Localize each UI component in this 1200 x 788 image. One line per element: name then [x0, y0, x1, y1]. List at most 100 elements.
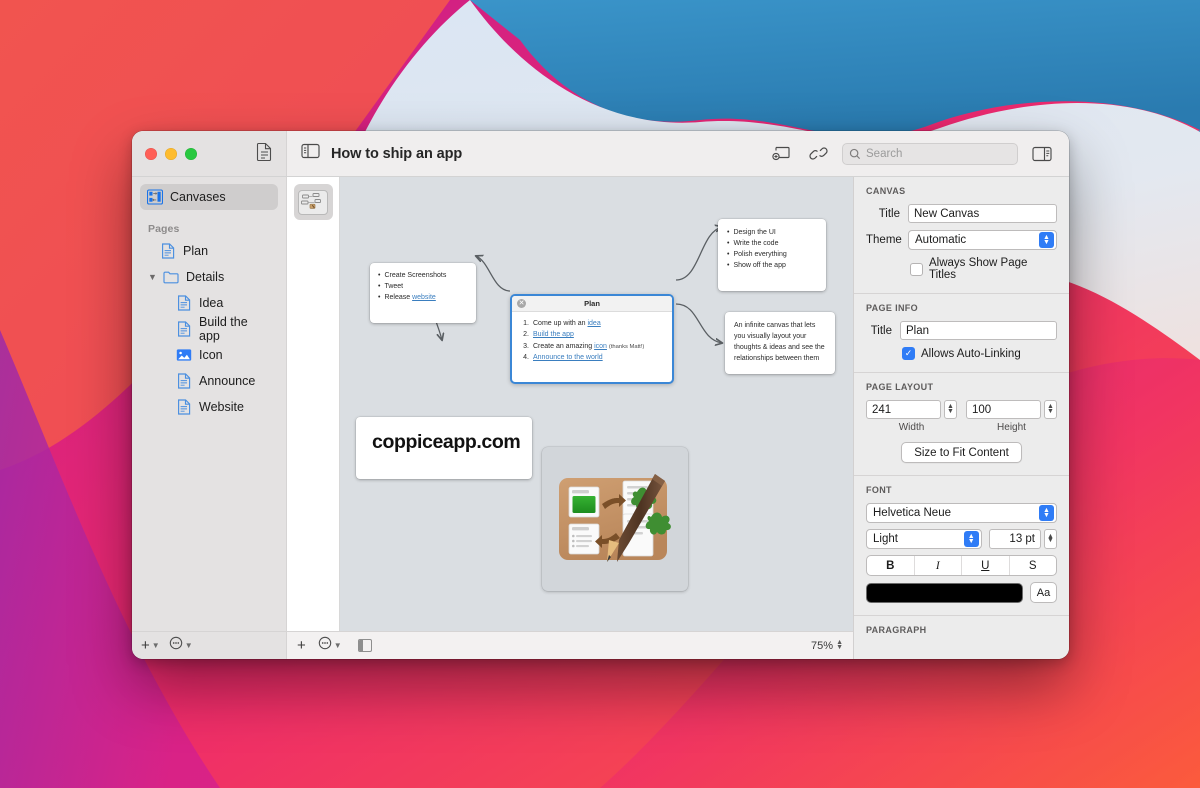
node-text: coppiceapp.com	[372, 431, 521, 453]
sidebar-item-canvases[interactable]: Canvases	[140, 184, 278, 210]
canvas-add-button[interactable]: +	[297, 638, 306, 653]
font-panel-button[interactable]: Aa	[1030, 582, 1057, 603]
allows-auto-linking-checkbox[interactable]: ✓	[902, 347, 915, 360]
new-page-icon[interactable]	[768, 142, 794, 166]
sidebar-toggle-icon[interactable]	[301, 143, 320, 164]
bold-button[interactable]: B	[867, 556, 915, 575]
canvases-icon	[147, 189, 163, 205]
link-icon[interactable]	[805, 142, 831, 166]
section-heading: PAGE LAYOUT	[866, 382, 934, 392]
window-body: Canvases Pages Plan ▼ Details Idea Build…	[132, 177, 1069, 659]
canvas-theme-select[interactable]: Automatic ▲ ▼	[908, 230, 1057, 250]
desktop-wallpaper: How to ship an app Search Canvases Pages…	[0, 0, 1200, 788]
sidebar-item-website[interactable]: Website	[140, 394, 278, 420]
strikethrough-button[interactable]: S	[1010, 556, 1057, 575]
sidebar-item-build-the-app[interactable]: Build the app	[140, 315, 278, 343]
close-node-icon[interactable]: ✕	[517, 299, 526, 308]
font-family-select[interactable]: Helvetica Neue ▲ ▼	[866, 503, 1057, 523]
sidebar-item-label: Plan	[183, 244, 209, 258]
height-stepper[interactable]: ▲ ▼	[1044, 400, 1057, 419]
sidebar-add-button[interactable]: + ▼	[141, 638, 160, 653]
link-website[interactable]: website	[412, 294, 436, 301]
chevron-down-icon: ▼	[333, 641, 342, 650]
zoom-stepper[interactable]: ▲ ▼	[836, 639, 843, 650]
chevron-down-icon[interactable]: ▼	[148, 272, 158, 282]
sidebar-item-label: Idea	[199, 296, 224, 310]
close-button[interactable]	[145, 147, 157, 160]
node-note: (thanks Matt!)	[608, 343, 645, 350]
font-color-swatch[interactable]	[866, 582, 1023, 603]
canvas-node-image[interactable]	[542, 447, 688, 591]
inspector-panel: CANVAS Title New Canvas Theme Automatic …	[853, 177, 1069, 659]
font-size-input[interactable]: 13 pt	[988, 529, 1041, 549]
link-build-the-app[interactable]: Build the app	[533, 331, 574, 338]
width-input[interactable]: 241	[866, 400, 941, 419]
page-layout-icon[interactable]	[357, 639, 372, 652]
sidebar-item-label: Announce	[199, 374, 256, 388]
width-stepper[interactable]: ▲ ▼	[944, 400, 957, 419]
zoom-level-value: 75%	[811, 639, 834, 652]
sidebar-item-icon[interactable]: Icon	[140, 342, 278, 368]
font-size-stepper[interactable]: ▲ ▼	[1044, 529, 1057, 549]
search-placeholder: Search	[866, 147, 903, 160]
document-page-icon[interactable]	[256, 142, 273, 166]
allows-auto-linking-row[interactable]: ✓ Allows Auto-Linking	[866, 347, 1057, 360]
canvas-node-plan[interactable]: ✕ Plan 1. Come up with an idea 2. Build th…	[510, 294, 674, 384]
coppice-app-icon	[559, 474, 671, 562]
canvas-node-website[interactable]: coppiceapp.com	[356, 417, 532, 479]
canvas-title-label: Title	[878, 207, 900, 220]
titlebar-main: How to ship an app Search	[287, 131, 1069, 176]
sidebar-item-label: Details	[186, 270, 225, 284]
page-title-input[interactable]: Plan	[900, 321, 1057, 340]
minimize-button[interactable]	[165, 147, 177, 160]
sidebar-item-plan[interactable]: Plan	[140, 238, 278, 264]
allows-auto-linking-label: Allows Auto-Linking	[921, 347, 1021, 360]
size-to-fit-content-button[interactable]: Size to Fit Content	[901, 442, 1022, 463]
zoom-button[interactable]	[185, 147, 197, 160]
canvas-column: • Create Screenshots • Tweet • Release webs…	[287, 177, 853, 659]
canvas-theme-label: Theme	[866, 234, 902, 246]
section-heading: FONT	[866, 485, 892, 495]
width-control: 241 ▲ ▼ Width	[866, 400, 957, 433]
canvas-node-release[interactable]: • Create Screenshots • Tweet • Release webs…	[370, 263, 476, 323]
infinite-canvas[interactable]: • Create Screenshots • Tweet • Release webs…	[340, 177, 853, 631]
inspector-section-page-layout: PAGE LAYOUT 241 ▲ ▼ Width 100 ▲ ▼ Height…	[854, 373, 1069, 476]
sidebar-item-announce[interactable]: Announce	[140, 368, 278, 394]
canvas-area: • Create Screenshots • Tweet • Release webs…	[287, 177, 853, 631]
always-show-page-titles-checkbox[interactable]	[910, 262, 923, 276]
canvas-thumbnail-preview	[298, 189, 328, 215]
sidebar-footer: + ▼ ▼	[132, 631, 286, 659]
canvas-title-input[interactable]: New Canvas	[908, 204, 1057, 223]
zoom-level-control[interactable]: 75% ▲ ▼	[811, 639, 843, 652]
sidebar-item-label: Icon	[199, 348, 223, 362]
font-style-segmented-control[interactable]: B I U S	[866, 555, 1057, 576]
canvas-node-idea[interactable]: An infinite canvas that lets you visuall…	[725, 312, 835, 374]
canvas-more-button[interactable]: ▼	[318, 636, 342, 655]
traffic-light-buttons[interactable]	[145, 147, 197, 160]
node-title: Plan	[584, 299, 600, 308]
italic-button[interactable]: I	[915, 556, 962, 575]
link-idea[interactable]: idea	[587, 320, 600, 327]
page-icon	[176, 295, 192, 311]
font-weight-select[interactable]: Light ▲ ▼	[866, 529, 982, 549]
sidebar-scroll: Canvases Pages Plan ▼ Details Idea Build…	[132, 177, 286, 631]
section-heading: PAGE INFO	[866, 303, 918, 313]
sidebar-more-button[interactable]: ▼	[169, 636, 193, 655]
canvas-thumbnail[interactable]	[293, 184, 333, 220]
width-label: Width	[898, 422, 925, 433]
canvas-node-build[interactable]: • Design the UI • Write the code • Polish e…	[718, 219, 826, 291]
height-input[interactable]: 100	[966, 400, 1041, 419]
always-show-page-titles-row[interactable]: Always Show Page Titles	[866, 257, 1057, 281]
search-input[interactable]: Search	[842, 142, 1018, 165]
link-icon[interactable]: icon	[594, 343, 607, 350]
font-family-value: Helvetica Neue	[873, 507, 951, 519]
underline-button[interactable]: U	[962, 556, 1010, 575]
sidebar-section-pages: Pages	[148, 223, 180, 235]
sidebar-item-idea[interactable]: Idea	[140, 290, 278, 316]
page-title: How to ship an app	[331, 145, 463, 162]
search-icon	[849, 148, 861, 159]
sidebar-item-details[interactable]: ▼ Details	[140, 264, 278, 290]
inspector-toggle-icon[interactable]	[1029, 142, 1055, 166]
link-announce[interactable]: Announce to the world	[533, 354, 603, 361]
chevron-updown-icon: ▲ ▼	[1039, 505, 1054, 521]
